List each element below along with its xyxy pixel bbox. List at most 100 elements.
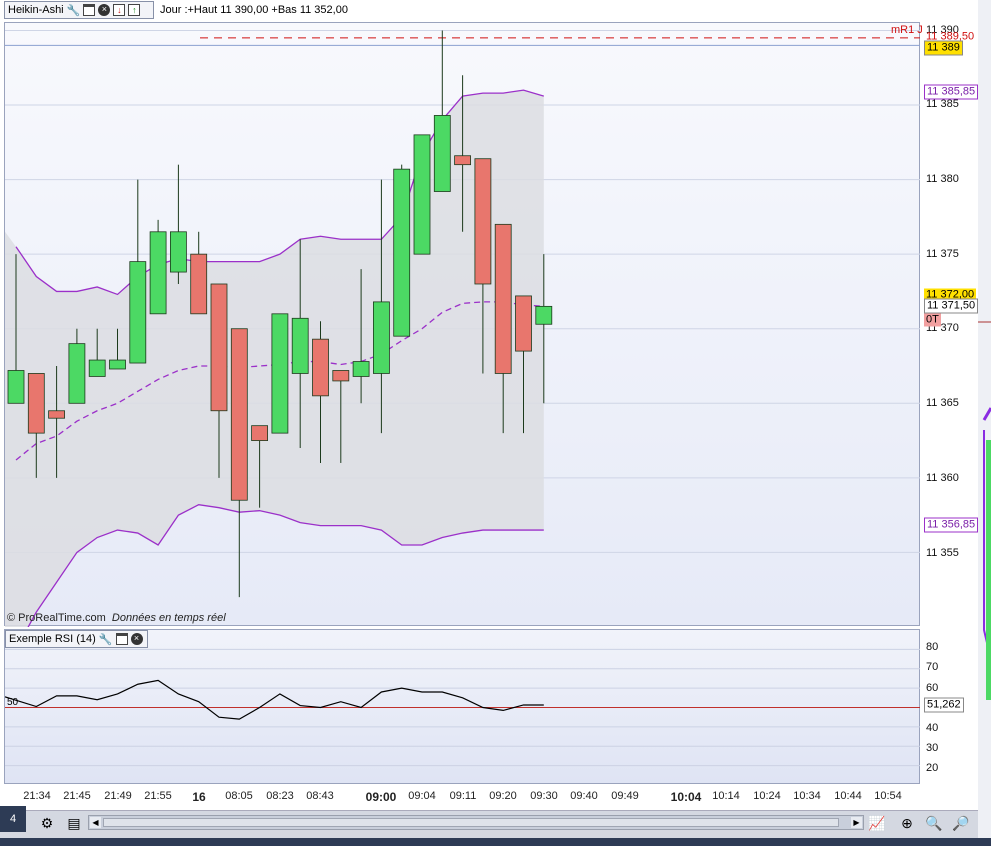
time-label: 08:23 [266, 790, 294, 802]
time-label: 09:49 [611, 790, 639, 802]
time-label: 08:05 [225, 790, 253, 802]
price-tick: 11 375 [926, 248, 959, 260]
move-up-icon[interactable]: ↑ [128, 4, 141, 16]
time-label: 09:30 [530, 790, 558, 802]
close-icon[interactable]: × [130, 633, 143, 645]
time-label: 09:20 [489, 790, 517, 802]
rsi-panel[interactable]: Exemple RSI (14) 🔧 × 50 [4, 629, 921, 784]
chart-settings-icon[interactable]: ⚙ [37, 813, 57, 833]
rsi-tick: 40 [926, 722, 939, 734]
candle-body [535, 305, 553, 325]
candle-body [109, 359, 126, 370]
candle-body [230, 328, 248, 501]
time-label: 08:43 [306, 790, 334, 802]
close-icon[interactable]: × [98, 4, 111, 16]
neighbor-panel-edge [978, 0, 991, 846]
chart-type-icon[interactable]: 📈 [867, 813, 887, 833]
time-label: 09:11 [449, 790, 477, 802]
candle-body [271, 313, 289, 434]
day-high-low-info: Jour :+Haut 11 390,00 +Bas 11 352,00 [160, 4, 348, 16]
time-label-day: 16 [192, 790, 206, 804]
time-label: 21:49 [104, 790, 132, 802]
taskbar-edge [0, 838, 991, 846]
candle [230, 328, 248, 598]
time-label: 10:54 [874, 790, 902, 802]
rsi-axis[interactable]: 80 70 60 40 30 20 51,262 [920, 629, 978, 784]
candle-body [149, 231, 167, 315]
candle-body [88, 359, 106, 377]
price-chart-svg [5, 29, 921, 627]
zoom-fit-icon[interactable]: ⊕ [897, 813, 917, 833]
rsi-tick: 80 [926, 641, 939, 653]
price-chart-area[interactable]: © ProRealTime.com Données en temps réel [4, 22, 921, 627]
chart-toolbar: Heikin-Ashi 🔧 × ↓ ↑ Jour :+Haut 11 390,0… [0, 0, 920, 20]
time-label: 09:40 [570, 790, 598, 802]
bb-lower-tag: 11 356,85 [924, 517, 979, 533]
move-down-icon[interactable]: ↓ [113, 4, 126, 16]
candle [129, 179, 147, 364]
candle-body [68, 343, 86, 404]
candle-body [454, 155, 472, 166]
window-icon[interactable] [83, 4, 96, 16]
time-label-hour: 10:04 [670, 790, 702, 804]
neighbor-panel-svg [978, 321, 991, 700]
rsi-tick: 70 [926, 661, 939, 673]
watermark-source: © ProRealTime.com [7, 612, 106, 624]
watermark-note: Données en temps réel [111, 612, 226, 624]
heikin-ashi-tab[interactable]: Heikin-Ashi 🔧 × ↓ ↑ [4, 1, 154, 19]
rsi-tab[interactable]: Exemple RSI (14) 🔧 × [5, 630, 148, 648]
price-axis[interactable]: 11 390 11 385 11 380 11 375 11 370 11 36… [920, 22, 979, 626]
candle-body [7, 370, 25, 404]
candle-body [474, 158, 492, 285]
time-label: 10:24 [753, 790, 781, 802]
indicator-name: Heikin-Ashi [8, 4, 64, 16]
rsi-tick: 20 [926, 762, 939, 774]
price-tick: 11 385 [926, 98, 959, 110]
candle [433, 30, 451, 192]
rsi-indicator-name: Exemple RSI (14) [9, 633, 96, 645]
candle-body [169, 231, 187, 273]
time-label-hour: 09:00 [365, 790, 397, 804]
zoom-out-icon[interactable]: 🔍 [924, 813, 944, 833]
time-label: 21:45 [63, 790, 91, 802]
scroll-right-icon[interactable]: ▶ [851, 817, 862, 828]
candle-body [494, 223, 512, 374]
rsi-level-label: 50 [7, 697, 19, 708]
page-badge[interactable]: 4 [0, 806, 26, 832]
candle-body [352, 361, 370, 377]
candle-body [291, 317, 309, 374]
window-icon[interactable] [115, 633, 128, 645]
horizontal-scrollbar[interactable]: ◀ ▶ [88, 815, 864, 830]
candle-body [312, 338, 329, 397]
price-tick: 11 365 [926, 397, 959, 409]
properties-icon[interactable]: ▤ [64, 813, 84, 833]
page-number: 4 [9, 813, 17, 825]
rsi-chart-svg [5, 648, 921, 767]
ot-tag: 0T [924, 313, 941, 327]
scroll-left-icon[interactable]: ◀ [90, 817, 101, 828]
watermark: © ProRealTime.com Données en temps réel [7, 612, 226, 624]
scroll-thumb[interactable] [103, 818, 839, 827]
last-price-tag: 11 389 [924, 40, 963, 56]
candle-body [332, 370, 350, 382]
time-label: 09:04 [408, 790, 436, 802]
rsi-tick: 30 [926, 742, 939, 754]
wrench-icon[interactable]: 🔧 [67, 4, 81, 17]
time-label: 21:34 [23, 790, 51, 802]
candle-body [48, 410, 65, 419]
candle-body [210, 283, 228, 412]
candle [413, 134, 431, 255]
zoom-in-icon[interactable]: 🔎 [951, 813, 971, 833]
candle [271, 313, 289, 434]
wrench-icon[interactable]: 🔧 [99, 633, 113, 646]
price-tick: 11 355 [926, 547, 959, 559]
candle-body [393, 168, 411, 337]
candle-body [27, 373, 45, 434]
time-axis[interactable]: 21:34 21:45 21:49 21:55 16 08:05 08:23 0… [0, 784, 978, 812]
rsi-tick: 60 [926, 682, 939, 694]
candle [149, 219, 167, 315]
price-tick: 11 380 [926, 173, 959, 185]
candle [169, 164, 187, 284]
rsi-current-value: 51,262 [924, 697, 964, 713]
candle-body [372, 301, 390, 374]
